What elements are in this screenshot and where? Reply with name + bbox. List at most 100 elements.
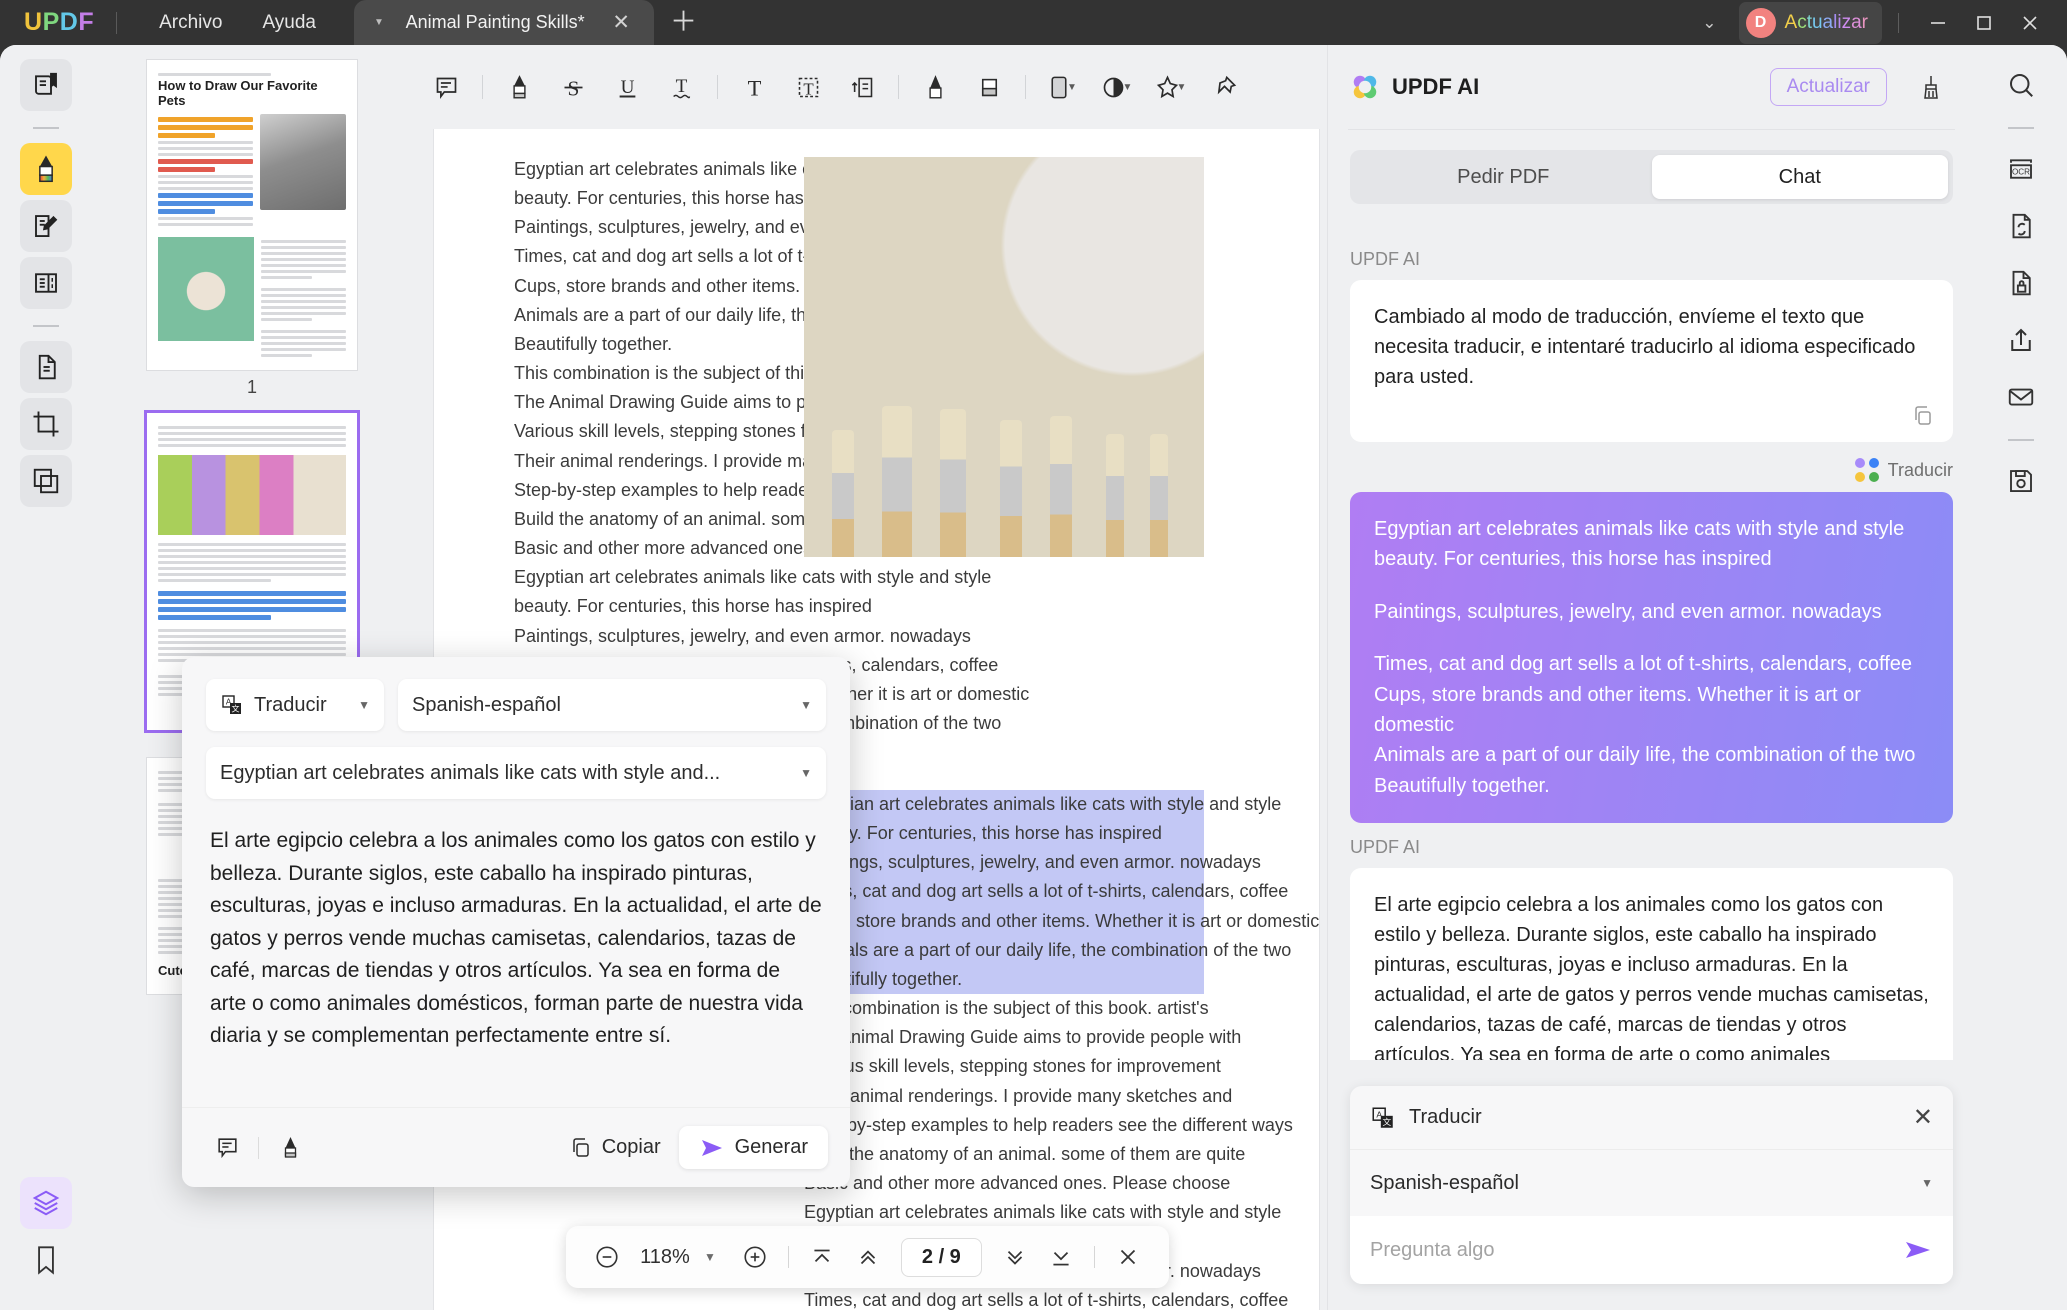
chevron-down-icon[interactable]: ▼ [1067, 82, 1077, 93]
thumb-line [158, 73, 271, 76]
svg-text:U: U [620, 77, 634, 98]
tab-pedir-pdf[interactable]: Pedir PDF [1355, 155, 1652, 199]
text-field-icon[interactable]: T [781, 60, 835, 114]
chat-input-placeholder[interactable]: Pregunta algo [1370, 1239, 1495, 1262]
page-navigation-bar: 118% ▼ 2 / 9 [566, 1226, 1169, 1288]
update-label: Actualizar [1784, 11, 1869, 33]
sidebar-item-edit-pdf[interactable] [20, 200, 72, 252]
translate-language-select[interactable]: Spanish-español ▼ [398, 679, 826, 731]
left-tool-rail [0, 45, 92, 1310]
share-icon[interactable] [1995, 314, 2047, 366]
shape-rect-icon[interactable]: ▼ [1035, 60, 1089, 114]
plus-icon[interactable]: ＋ [654, 9, 713, 36]
message-sender: UPDF AI [1350, 837, 1421, 858]
ai-message-list[interactable]: UPDF AI Cambiado al modo de traducción, … [1328, 235, 1975, 1060]
last-page-icon[interactable] [1038, 1234, 1084, 1280]
strikethrough-icon[interactable]: S [546, 60, 600, 114]
thumb-dog-image [260, 113, 346, 210]
tab-chat[interactable]: Chat [1651, 155, 1948, 199]
prev-page-icon[interactable] [845, 1234, 891, 1280]
user-message-bubble: Egyptian art celebrates animals like cat… [1350, 492, 1953, 824]
signature-icon[interactable]: ▼ [1143, 60, 1197, 114]
sidebar-item-crop[interactable] [20, 398, 72, 450]
title-bar: U P D F Archivo Ayuda ▼ Animal Painting … [0, 0, 2067, 45]
menu-ayuda[interactable]: Ayuda [242, 0, 336, 45]
chat-input-row[interactable]: Pregunta algo [1350, 1216, 1953, 1284]
copy-icon[interactable] [1911, 404, 1935, 428]
sticky-note-icon[interactable] [204, 1125, 250, 1171]
composer-language-select[interactable]: Spanish-español ▼ [1350, 1150, 1953, 1216]
ai-update-button[interactable]: Actualizar [1769, 68, 1887, 106]
broom-icon[interactable] [1909, 65, 1953, 109]
avatar[interactable]: D [1745, 7, 1776, 38]
sidebar-item-convert[interactable] [20, 341, 72, 393]
sticky-note-icon[interactable] [419, 60, 473, 114]
minimize-icon[interactable] [1915, 0, 1961, 45]
stamp-icon[interactable]: ▼ [1089, 60, 1143, 114]
zoom-out-icon[interactable] [584, 1234, 630, 1280]
sidebar-item-compare[interactable] [20, 455, 72, 507]
page-indicator[interactable]: 2 / 9 [900, 1237, 982, 1277]
close-icon[interactable]: ✕ [1913, 1105, 1933, 1130]
copy-icon [572, 1137, 589, 1157]
first-page-icon[interactable] [799, 1234, 845, 1280]
search-icon[interactable] [1995, 59, 2047, 111]
next-page-icon[interactable] [992, 1234, 1038, 1280]
generate-button[interactable]: Generar [678, 1126, 828, 1169]
pencil-icon[interactable] [908, 60, 962, 114]
doc-line-highlighted: Animals are a part of our daily life, th… [804, 935, 1291, 965]
ocr-icon[interactable]: OCR [1995, 143, 2047, 195]
thumbnail-page-1[interactable]: How to Draw Our Favorite Pets [146, 59, 358, 371]
translate-popup[interactable]: A 文 Traducir ▼ Spanish-español ▼ Egyptia… [182, 657, 850, 1187]
sidebar-item-reader[interactable] [20, 59, 72, 111]
copy-button[interactable]: Copiar [569, 1136, 661, 1160]
zoom-in-icon[interactable] [732, 1234, 778, 1280]
translate-mode-select[interactable]: A 文 Traducir ▼ [206, 679, 384, 731]
sidebar-item-highlighter[interactable] [20, 143, 72, 195]
update-button[interactable]: D Actualizar [1738, 1, 1882, 44]
chevron-down-icon[interactable]: ▼ [1177, 82, 1187, 93]
squiggly-underline-icon[interactable]: T [654, 60, 708, 114]
close-icon[interactable]: ✕ [592, 12, 640, 33]
right-rail-divider [2008, 127, 2034, 129]
chevron-down-icon[interactable]: ▼ [800, 698, 812, 712]
tab-strip: ▼ Animal Painting Skills* ✕ ＋ [353, 0, 713, 45]
sidebar-item-organize-pages[interactable] [20, 257, 72, 309]
maximize-icon[interactable] [1961, 0, 2007, 45]
save-icon[interactable] [1995, 455, 2047, 507]
chevron-down-icon[interactable]: ▼ [1921, 1176, 1933, 1190]
highlighter-icon[interactable] [267, 1125, 313, 1171]
thumb-palette-image [158, 454, 346, 535]
doc-line: The Animal Drawing Guide aims to provide… [804, 1027, 1242, 1048]
translate-source-select[interactable]: Egyptian art celebrates animals like cat… [206, 747, 826, 799]
svg-text:T: T [675, 76, 687, 97]
chevron-down-icon[interactable]: ▼ [358, 698, 370, 712]
title-divider [116, 11, 118, 34]
tab-title: Animal Painting Skills* [405, 12, 585, 32]
chevron-down-icon[interactable]: ▼ [800, 766, 812, 780]
app-shell: How to Draw Our Favorite Pets 1 Cute Egy… [0, 45, 2067, 1310]
underline-icon[interactable]: U [600, 60, 654, 114]
highlighter-icon[interactable] [492, 60, 546, 114]
menu-archivo[interactable]: Archivo [139, 0, 242, 45]
text-callout-icon[interactable] [835, 60, 889, 114]
chevron-down-icon[interactable]: ⌄ [1680, 13, 1738, 33]
svg-text:OCR: OCR [2012, 168, 2030, 177]
chevron-down-icon[interactable]: ▼ [368, 17, 398, 28]
sidebar-item-bookmark[interactable] [20, 1234, 72, 1286]
close-icon[interactable] [1105, 1234, 1151, 1280]
convert-icon[interactable] [1995, 200, 2047, 252]
pin-icon[interactable] [1197, 60, 1251, 114]
email-icon[interactable] [1995, 371, 2047, 423]
sidebar-item-layers[interactable] [20, 1177, 72, 1229]
document-tab[interactable]: ▼ Animal Painting Skills* ✕ [353, 0, 654, 45]
chevron-down-icon[interactable]: ▼ [1123, 82, 1133, 93]
eraser-icon[interactable] [962, 60, 1016, 114]
close-icon[interactable] [2007, 0, 2053, 45]
send-icon[interactable] [1903, 1238, 1933, 1262]
text-box-icon[interactable]: T [727, 60, 781, 114]
zoom-level[interactable]: 118% [630, 1246, 700, 1269]
thumbnail-number-1: 1 [246, 376, 257, 397]
protect-icon[interactable] [1995, 257, 2047, 309]
chevron-down-icon[interactable]: ▼ [700, 1250, 732, 1264]
